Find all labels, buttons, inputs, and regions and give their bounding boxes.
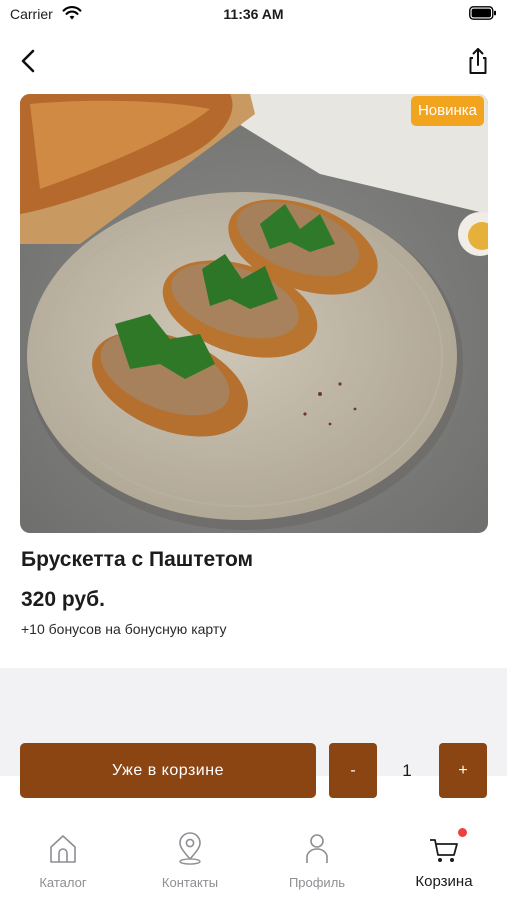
back-icon[interactable] (14, 44, 44, 78)
product-price: 320 руб. (21, 588, 105, 611)
product-title: Брускетта с Паштетом (21, 548, 254, 571)
person-icon (306, 834, 328, 863)
decrease-quantity-button[interactable]: - (329, 743, 377, 798)
tab-label: Профиль (288, 875, 346, 890)
tab-profile[interactable]: Профиль (254, 812, 380, 900)
share-icon[interactable] (463, 44, 493, 78)
product-photo: Новинка (20, 94, 488, 533)
increase-quantity-button[interactable]: + (439, 743, 487, 798)
tab-catalog[interactable]: Каталог (0, 812, 126, 900)
tab-contacts[interactable]: Контакты (127, 812, 253, 900)
battery-icon (469, 6, 496, 20)
quantity-value: 1 (402, 760, 412, 780)
status-time: 11:36 AM (223, 6, 284, 22)
location-pin-icon (179, 832, 201, 865)
cart-notification-dot (458, 828, 467, 837)
tab-label: Каталог (39, 875, 87, 890)
nav-bar (0, 40, 507, 84)
cart-action-row: Уже в корзине - 1 + (0, 743, 507, 799)
cart-icon (430, 839, 458, 862)
tab-label: Корзина (415, 873, 473, 890)
home-icon (50, 835, 76, 863)
in-cart-button[interactable]: Уже в корзине (20, 743, 316, 798)
bonus-info: +10 бонусов на бонусную карту (21, 621, 227, 637)
tab-cart[interactable]: Корзина (381, 812, 507, 900)
tab-label: Контакты (161, 875, 219, 890)
new-badge: Новинка (410, 96, 484, 126)
tab-bar: Каталог Контакты Профиль Корзина (0, 812, 507, 900)
bruschetta-illustration (20, 94, 488, 533)
status-bar: Carrier 11:36 AM (0, 0, 507, 30)
